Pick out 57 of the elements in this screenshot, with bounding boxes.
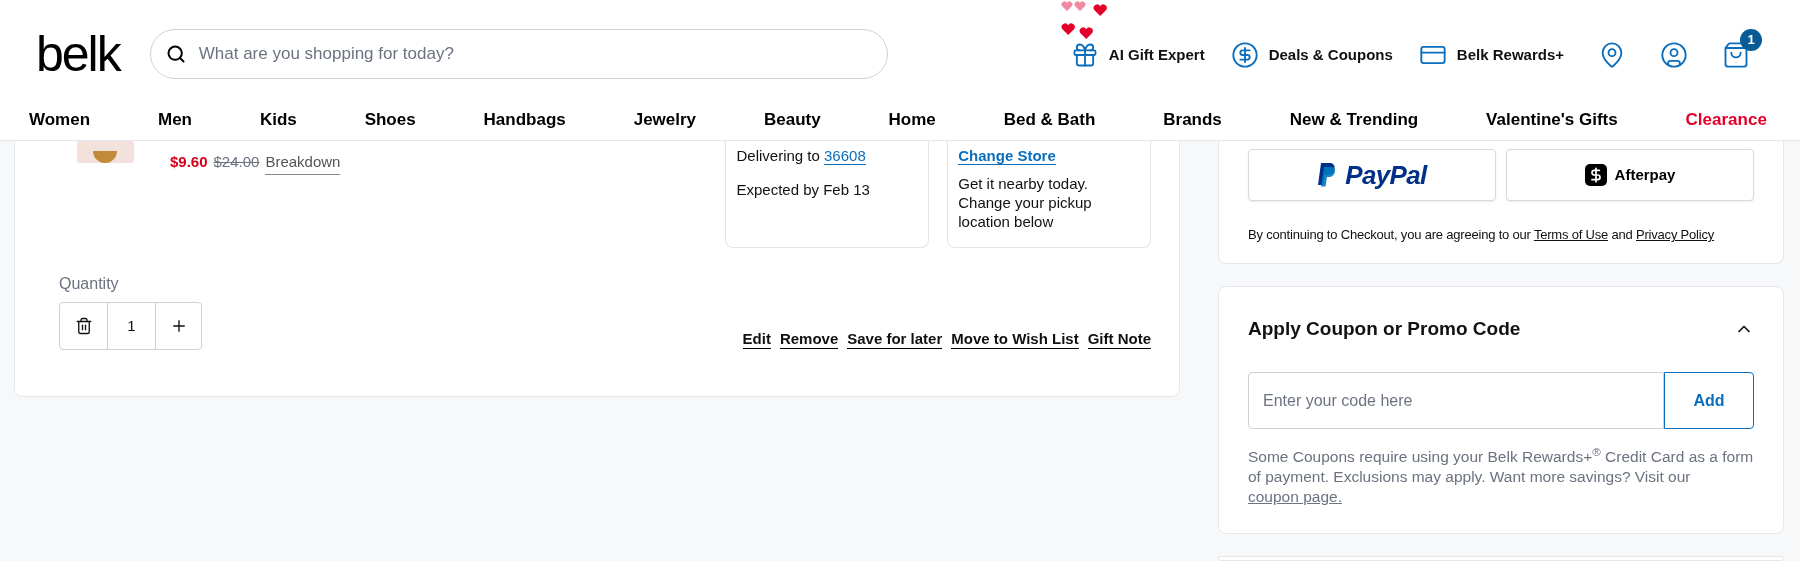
coupon-accordion-header[interactable]: Apply Coupon or Promo Code [1248, 314, 1754, 343]
expected-date: Expected by Feb 13 [736, 179, 871, 200]
original-price: $24.00 [213, 152, 260, 172]
dollar-circle-icon [1230, 41, 1259, 69]
nav-link[interactable]: Bed & Bath [1003, 107, 1096, 133]
quantity-value: 1 [126, 315, 137, 336]
coupon-note: Some Coupons require using your Belk Rewards+$^{®}$ Credit Card as a form of payment. Exclusions may apply. Want more savings? Visit our coupon page. [1248, 447, 1754, 507]
nav-link[interactable]: Shoes [364, 107, 416, 133]
shipping-option-card[interactable]: Delivering to 36608 Expected by Feb 13 [725, 141, 930, 248]
header-link-label: Belk Rewards+ [1456, 44, 1564, 65]
sale-price: $9.60 [170, 152, 208, 172]
account-icon[interactable] [1660, 41, 1688, 69]
shopping-bag-icon[interactable] [1722, 41, 1750, 69]
nav-link[interactable]: Home [888, 107, 936, 133]
nav-link[interactable]: Handbags [483, 107, 566, 133]
search-field[interactable]: What are you shopping for today? [149, 28, 888, 79]
pickup-description: Get it nearby today. Change your pickup location below [958, 173, 1093, 231]
item-action-link[interactable]: Move to Wish List [951, 329, 1079, 349]
header-link-label: AI Gift Expert [1108, 44, 1205, 65]
terms-text: By continuing to Checkout, you are agreeing to our Terms of Use and Privacy Policy [1248, 226, 1716, 244]
nav-link[interactable]: Jewelry [633, 107, 697, 133]
nav-link[interactable]: New & Trending [1289, 107, 1419, 133]
zip-link[interactable]: 36608 [824, 147, 866, 165]
nav-link[interactable]: Clearance [1685, 107, 1767, 133]
header-link[interactable]: AI Gift Expert [1070, 41, 1205, 69]
coupon-page-link[interactable]: coupon page. [1248, 488, 1342, 505]
nav-link[interactable]: Women [29, 107, 91, 133]
header-link[interactable]: Belk Rewards+ [1418, 41, 1564, 69]
promo-code-field[interactable]: Enter your code here [1248, 372, 1664, 429]
delivery-text: Delivering to 36608 [736, 146, 867, 167]
nav-link[interactable]: Kids [259, 107, 297, 133]
breakdown-link[interactable]: Breakdown [265, 151, 341, 175]
search-icon [165, 43, 186, 64]
paypal-p-icon [1317, 163, 1338, 187]
trash-icon [74, 317, 93, 335]
nav-link[interactable]: Beauty [763, 107, 821, 133]
nav-link[interactable]: Men [158, 107, 192, 133]
header-link-label: Deals & Coupons [1268, 44, 1393, 65]
nav-link[interactable]: Brands [1163, 107, 1222, 133]
pickup-option-card[interactable]: Change Store Get it nearby today. Change your pickup location below [947, 141, 1151, 248]
quantity-label: Quantity [59, 274, 120, 294]
item-action-link[interactable]: Gift Note [1087, 329, 1151, 349]
paypal-button[interactable]: PayPal [1248, 149, 1496, 201]
item-action-link[interactable]: Edit [742, 329, 771, 349]
add-button[interactable]: Add [1664, 372, 1754, 429]
change-store-link[interactable]: Change Store [958, 147, 1056, 165]
item-action-link[interactable]: Remove [779, 329, 839, 349]
product-photo-placeholder [77, 141, 134, 163]
afterpay-icon [1584, 164, 1607, 186]
afterpay-button[interactable]: Afterpay [1506, 149, 1754, 201]
item-action-link[interactable]: Save for later [847, 329, 943, 349]
header-link[interactable]: Deals & Coupons [1230, 41, 1393, 69]
privacy-link[interactable]: Privacy Policy [1636, 227, 1715, 242]
cart-count-badge: 1 [1740, 29, 1762, 51]
belk-logo[interactable]: belk [36, 29, 120, 79]
nav-link[interactable]: Valentine's Gifts [1486, 107, 1618, 133]
terms-link[interactable]: Terms of Use [1533, 227, 1609, 242]
